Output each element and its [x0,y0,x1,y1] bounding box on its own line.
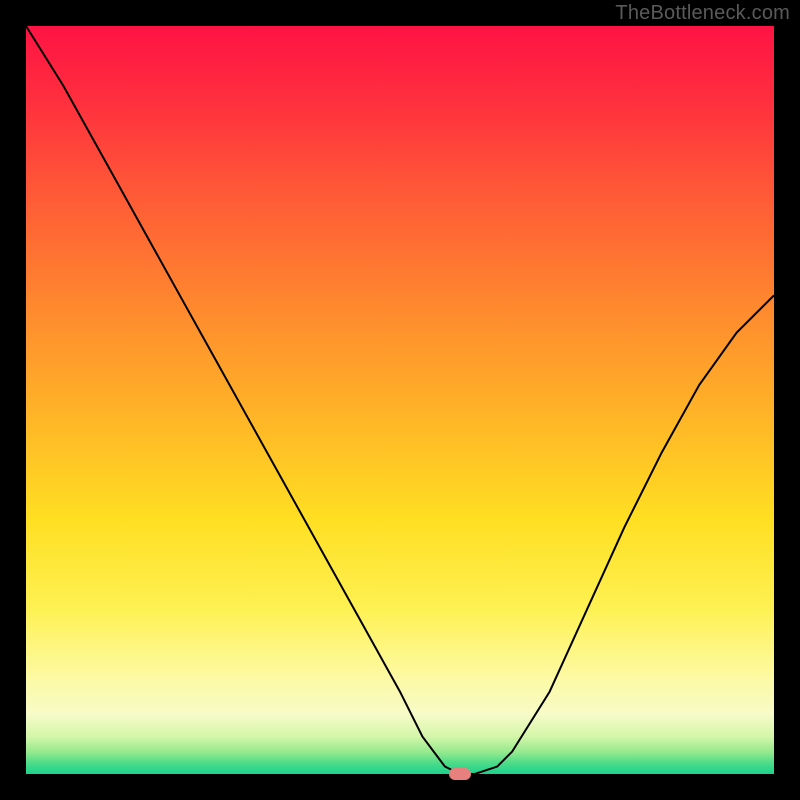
curve-svg [26,26,774,774]
plot-area [26,26,774,774]
optimal-marker [449,768,471,780]
watermark-text: TheBottleneck.com [615,2,790,25]
chart-frame: TheBottleneck.com [0,0,800,800]
bottleneck-curve [26,26,774,774]
